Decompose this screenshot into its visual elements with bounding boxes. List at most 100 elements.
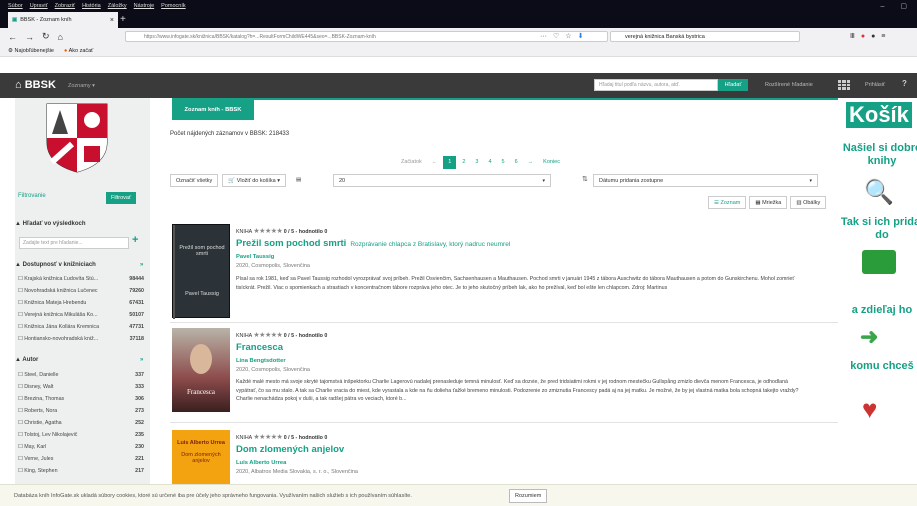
- book-cover[interactable]: Francesca: [172, 328, 230, 412]
- browser-tab[interactable]: ▣ BBSK - Zoznam kníh ×: [8, 12, 118, 28]
- bookmark-star-icon[interactable]: ☆: [565, 31, 571, 42]
- back-icon[interactable]: ←: [8, 32, 17, 42]
- more-icon[interactable]: ···: [540, 31, 547, 42]
- filter-availability-item[interactable]: ☐ Knižnica Mateja Hrebendu 67431: [18, 300, 144, 306]
- author-link[interactable]: Luis Alberto Urrea: [236, 460, 286, 466]
- lists-menu[interactable]: Zoznamy ▾: [68, 83, 95, 89]
- bookmark-getting-started[interactable]: ● Ako začať: [64, 48, 93, 54]
- filter-author-item[interactable]: ☐ Verne, Jules 221: [18, 456, 144, 462]
- new-tab-icon[interactable]: +: [120, 12, 126, 28]
- filter-button[interactable]: Filtrovať: [106, 192, 136, 204]
- filter-item-label: Brezina, Thomas: [24, 396, 65, 402]
- view-list-button[interactable]: ☰ Zoznam: [708, 196, 747, 209]
- site-search-input[interactable]: Hľadaj titul podľa názvu, autora, atď.: [594, 79, 718, 91]
- book-meta: KNIHA ★★★★★ 0 / 5 - hodnotilo 0: [236, 227, 327, 235]
- per-page-select[interactable]: 20 ▾: [333, 174, 551, 187]
- apps-grid-icon[interactable]: [838, 80, 850, 90]
- menu-icon[interactable]: ≡: [881, 31, 885, 42]
- menu-tools[interactable]: Nástroje: [134, 3, 154, 9]
- filter-search-input[interactable]: Zadajte text pre hľadanie...: [19, 237, 129, 249]
- select-all-button[interactable]: Označiť všetky: [170, 174, 219, 187]
- pocket-icon[interactable]: ♡: [553, 31, 559, 42]
- filter-author-item[interactable]: ☐ Brezina, Thomas 306: [18, 396, 144, 402]
- book-title-link[interactable]: Francesca: [236, 342, 283, 353]
- pager-page[interactable]: 3: [471, 156, 482, 169]
- pager-next[interactable]: →: [524, 156, 538, 169]
- site-logo[interactable]: ⌂ BBSK: [15, 79, 56, 91]
- filter-author-item[interactable]: ☐ King, Stephen 217: [18, 468, 144, 474]
- download-icon[interactable]: ⬇: [578, 31, 584, 42]
- menu-bookmarks[interactable]: Záložky: [108, 3, 127, 9]
- cookie-accept-button[interactable]: Rozumiem: [509, 489, 548, 503]
- pager-page[interactable]: 1: [443, 156, 457, 169]
- tab-strip: [0, 12, 917, 28]
- menu-view[interactable]: Zobraziť: [55, 3, 75, 9]
- search-in-results-header[interactable]: ▲ Hľadať vo výsledkoch: [15, 221, 86, 227]
- library-icon[interactable]: Ⅲ: [850, 31, 855, 42]
- filter-author-item[interactable]: ☐ May, Karl 230: [18, 444, 144, 450]
- author-header[interactable]: ▲ Autor: [15, 357, 38, 363]
- pager-prev[interactable]: ←: [428, 156, 442, 169]
- cart-promo-banner[interactable]: Košík Našiel si dobré knihy 🔍 Tak si ich…: [840, 98, 917, 484]
- close-tab-icon[interactable]: ×: [110, 17, 114, 24]
- menu-file[interactable]: Súbor: [8, 3, 23, 9]
- pager-page[interactable]: 5: [498, 156, 509, 169]
- menu-edit[interactable]: Upraviť: [30, 3, 48, 9]
- book-title-link[interactable]: Dom zlomených anjelov: [236, 444, 344, 455]
- chevron-down-icon[interactable]: »: [140, 262, 143, 268]
- star-rating-icon[interactable]: ★★★★★: [253, 434, 282, 441]
- print-icon[interactable]: ▤: [296, 174, 301, 187]
- star-rating-icon[interactable]: ★★★★★: [253, 332, 282, 339]
- cover-title: Dom zlomených anjelov: [181, 452, 221, 464]
- filter-author-item[interactable]: ☐ Steel, Danielle 337: [18, 372, 144, 378]
- book-title-link[interactable]: Prežil som pochod smrti Rozprávanie chlap…: [236, 238, 510, 249]
- book-subtitle: Rozprávanie chlapca z Bratislavy, ktorý …: [350, 241, 511, 248]
- chevron-down-icon[interactable]: »: [140, 357, 143, 363]
- filter-author-item[interactable]: ☐ Disney, Walt 333: [18, 384, 144, 390]
- pager-page[interactable]: 2: [458, 156, 469, 169]
- filter-availability-item[interactable]: ☐ Knižnica Jána Kollára Kremnica 47731: [18, 324, 144, 330]
- filter-availability-item[interactable]: ☐ Verejná knižnica Mikuláša Ko... 50107: [18, 312, 144, 318]
- search-button[interactable]: Hľadať: [718, 79, 748, 91]
- help-icon[interactable]: ?: [902, 79, 907, 88]
- restore-icon[interactable]: ▢: [900, 2, 907, 10]
- book-cover[interactable]: Luis Alberto Urrea Dom zlomených anjelov: [172, 430, 230, 484]
- filter-availability-item[interactable]: ☐ Novohradská knižnica Lučenec 79260: [18, 288, 144, 294]
- availability-header[interactable]: ▲ Dostupnosť v knižniciach: [15, 262, 96, 268]
- pager-page[interactable]: 6: [511, 156, 522, 169]
- author-link[interactable]: Lina Bengtsdotter: [236, 358, 286, 364]
- url-bar[interactable]: https://www.infogate.sk/knižnica/BBSK/ka…: [125, 31, 608, 42]
- filter-item-label: Knižnica Jána Kollára Kremnica: [24, 324, 100, 330]
- author-link[interactable]: Pavel Taussig: [236, 254, 274, 260]
- login-link[interactable]: Prihlásiť: [865, 82, 885, 88]
- filter-item-count: 50107: [129, 312, 144, 318]
- home-icon[interactable]: ⌂: [58, 32, 63, 42]
- advanced-search-link[interactable]: Rozšírené hľadanie: [765, 82, 813, 88]
- logo-text: BBSK: [24, 79, 56, 91]
- filter-availability-item[interactable]: ☐ Hontiansko-novohradská kniž... 37118: [18, 336, 144, 342]
- add-filter-icon[interactable]: +: [132, 234, 138, 246]
- bookmark-most-visited[interactable]: ⚙ Najobľúbenejšie: [8, 48, 54, 54]
- bookmarks-bar: ⚙ Najobľúbenejšie ● Ako začať: [0, 45, 917, 57]
- view-grid-button[interactable]: ▦ Mriežka: [749, 196, 788, 209]
- menu-history[interactable]: História: [82, 3, 101, 9]
- pager-end[interactable]: Koniec: [539, 156, 564, 169]
- filter-availability-item[interactable]: ☐ Krajská knižnica Ľudovíta Štú... 98444: [18, 276, 144, 282]
- filter-author-item[interactable]: ☐ Roberts, Nora 273: [18, 408, 144, 414]
- minimize-icon[interactable]: –: [880, 3, 884, 10]
- extension-red-icon[interactable]: ●: [861, 31, 865, 42]
- reload-icon[interactable]: ↻: [42, 31, 50, 42]
- sort-select[interactable]: Dátumu pridania zostupne ▾: [593, 174, 818, 187]
- view-covers-button[interactable]: ▥ Obálky: [790, 196, 827, 209]
- pager-start[interactable]: Začiatok: [397, 156, 426, 169]
- forward-icon[interactable]: →: [25, 32, 34, 42]
- book-cover[interactable]: Prežil som pochod smrti Pavel Taussig: [172, 224, 230, 319]
- star-rating-icon[interactable]: ★★★★★: [253, 228, 282, 235]
- filter-author-item[interactable]: ☐ Tolstoj, Lev Nikolajevič 235: [18, 432, 144, 438]
- filter-author-item[interactable]: ☐ Christie, Agatha 252: [18, 420, 144, 426]
- add-to-cart-button[interactable]: 🛒 Vložiť do košíka ▾: [222, 174, 287, 187]
- extension-dark-icon[interactable]: ●: [871, 31, 875, 42]
- browser-search-input[interactable]: verejná knižnica Banská bystrica: [610, 31, 800, 42]
- pager-page[interactable]: 4: [484, 156, 495, 169]
- menu-help[interactable]: Pomocník: [161, 3, 185, 9]
